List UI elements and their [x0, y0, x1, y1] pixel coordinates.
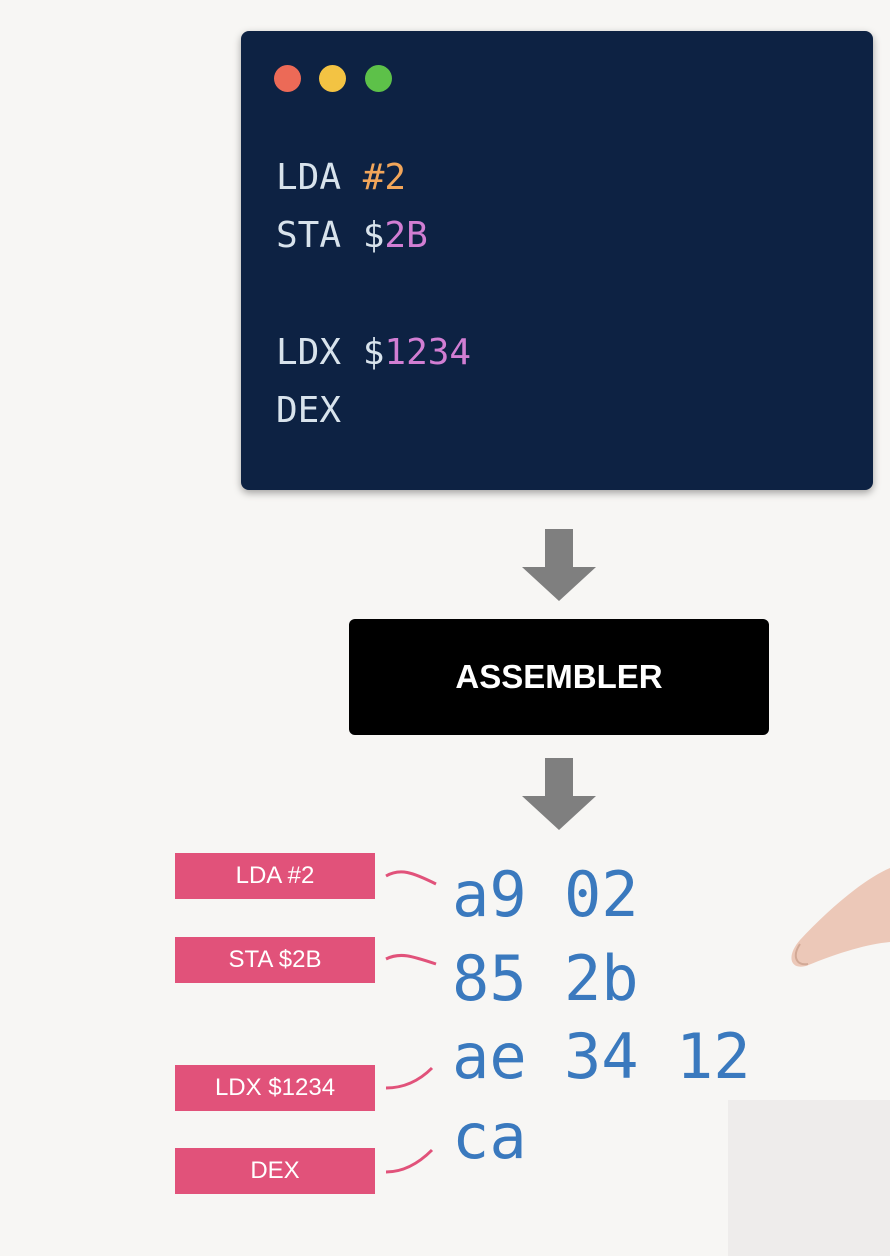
- assembler-label: ASSEMBLER: [455, 658, 663, 695]
- connector-line: [385, 870, 437, 886]
- machine-code-line: a9 02: [452, 858, 639, 931]
- minimize-window-dot[interactable]: [319, 65, 346, 92]
- maximize-window-dot[interactable]: [365, 65, 392, 92]
- down-arrow-icon: [522, 529, 596, 601]
- connector-line: [385, 1066, 434, 1090]
- instruction-tag: LDX $1234: [175, 1065, 375, 1111]
- connector-line: [385, 953, 437, 966]
- machine-code-line: ca: [452, 1100, 527, 1173]
- opcode: STA: [276, 215, 363, 256]
- opcode: LDA: [276, 157, 363, 198]
- code-line-1: LDA #2: [276, 156, 406, 200]
- opcode: DEX: [276, 390, 342, 431]
- connector-line: [385, 1148, 434, 1174]
- down-arrow-icon: [522, 758, 596, 830]
- instruction-tag-label: LDA #2: [235, 862, 315, 889]
- operand: 2B: [384, 215, 428, 256]
- assembler-box: ASSEMBLER: [349, 619, 769, 735]
- operand: #2: [362, 157, 407, 198]
- code-line-4: DEX: [276, 389, 341, 433]
- machine-code-line: ae 34 12: [452, 1020, 751, 1093]
- machine-code-line: 85 2b: [452, 942, 639, 1015]
- instruction-tag-label: DEX: [250, 1157, 300, 1184]
- opcode: LDX: [276, 332, 363, 373]
- instruction-tag: LDA #2: [175, 853, 375, 899]
- instruction-tag-label: LDX $1234: [214, 1074, 336, 1101]
- instruction-tag: STA $2B: [175, 937, 375, 983]
- instruction-tag-label: STA $2B: [228, 946, 322, 973]
- operand-prefix: $: [362, 332, 385, 373]
- operand-prefix: $: [362, 215, 385, 256]
- operand: 1234: [384, 332, 472, 373]
- code-line-3: LDX $1234: [276, 331, 471, 375]
- instruction-tag: DEX: [175, 1148, 375, 1194]
- close-window-dot[interactable]: [274, 65, 301, 92]
- code-line-2: STA $2B: [276, 214, 428, 258]
